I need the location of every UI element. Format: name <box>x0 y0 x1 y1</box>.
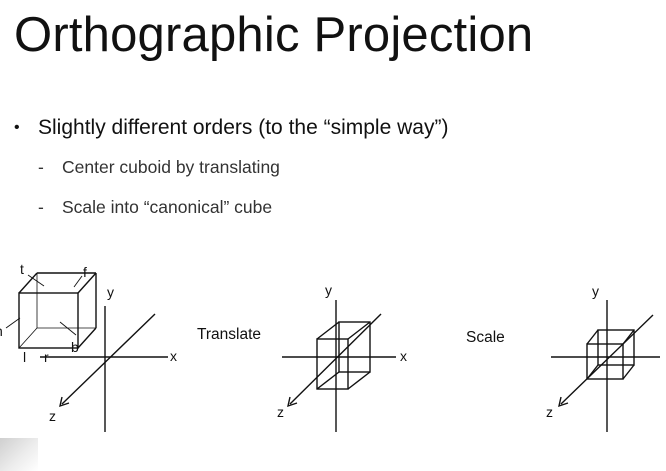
y-axis-label: y <box>107 284 114 300</box>
cuboid-front-face <box>316 338 349 390</box>
z-axis-label: z <box>49 408 56 424</box>
corner-shadow <box>0 438 38 471</box>
x-axis-label: x <box>170 348 177 364</box>
y-axis-label: y <box>325 282 332 298</box>
sub-item-text: Center cuboid by translating <box>62 157 280 177</box>
translated-cuboid-figure <box>282 300 396 432</box>
face-label-f: f <box>83 264 87 280</box>
canonical-cube-figure <box>551 300 660 432</box>
bullet-item: • Slightly different orders (to the “simp… <box>14 114 448 142</box>
face-label-l: l <box>23 349 26 365</box>
face-label-r: r <box>44 349 49 365</box>
sub-item-translate: - Center cuboid by translating <box>38 155 280 179</box>
scale-label: Scale <box>466 329 505 346</box>
z-axis-label: z <box>546 404 553 420</box>
projection-diagram: y x z t f l r b n Translate Scale y x z … <box>0 261 660 432</box>
face-label-n: n <box>0 323 3 339</box>
slide: Orthographic Projection • Slightly differ… <box>0 0 666 471</box>
sub-item-marker: - <box>38 157 44 177</box>
sub-item-text: Scale into “canonical” cube <box>62 197 273 217</box>
bullet-text: Slightly different orders (to the “simpl… <box>38 116 449 139</box>
original-cuboid-figure <box>5 272 168 432</box>
cube-back-face <box>597 329 635 366</box>
z-axis-label: z <box>277 404 284 420</box>
face-label-t: t <box>20 261 24 277</box>
bullet-marker: • <box>14 119 20 136</box>
x-axis-label: x <box>400 348 407 364</box>
y-axis-label: y <box>592 283 599 299</box>
sub-item-marker: - <box>38 197 44 217</box>
face-label-b: b <box>71 339 79 355</box>
cuboid-front-face <box>18 292 79 349</box>
slide-title: Orthographic Projection <box>14 8 534 62</box>
sub-item-scale: - Scale into “canonical” cube <box>38 195 272 219</box>
translate-label: Translate <box>197 326 261 343</box>
z-axis-line <box>61 313 156 405</box>
